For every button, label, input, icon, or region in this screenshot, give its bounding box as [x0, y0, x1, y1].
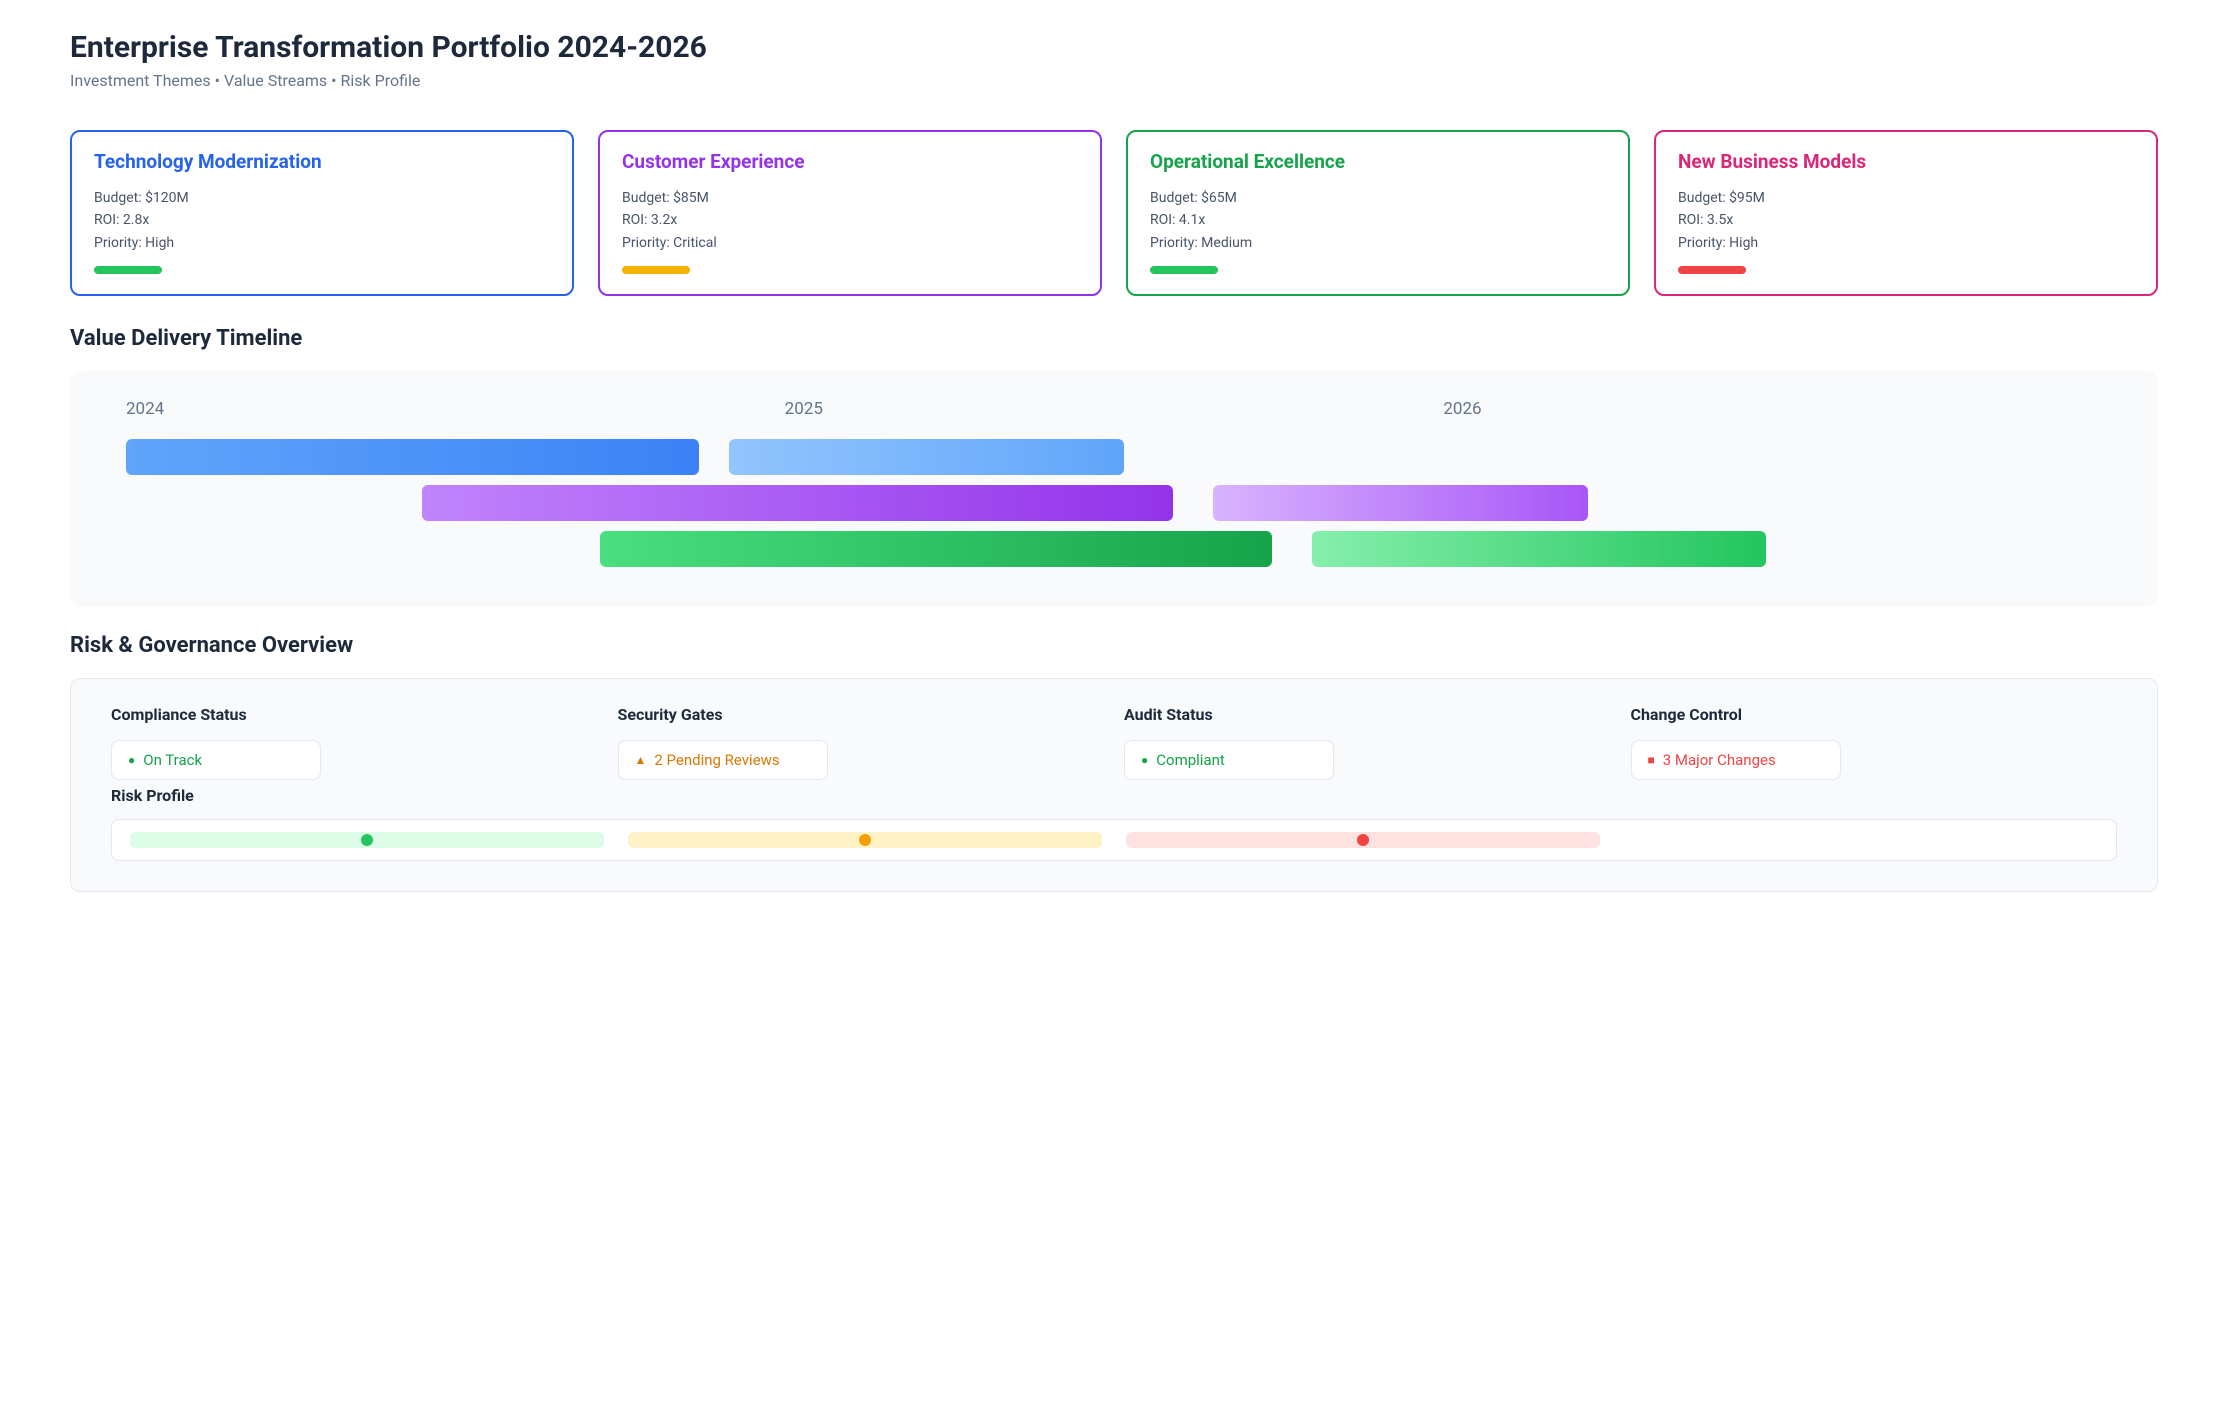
risk-segment-low[interactable] [130, 832, 604, 848]
risk-segment-high[interactable] [1126, 832, 1600, 848]
timeline-year-label: 2026 [1443, 399, 2102, 419]
status-dot-icon: ● [128, 753, 135, 767]
timeline-row [126, 531, 2102, 567]
timeline-row [126, 439, 2102, 475]
theme-card-title: New Business Models [1678, 150, 2134, 173]
theme-card-meta: Budget: $95M ROI: 3.5x Priority: High [1678, 187, 2134, 254]
risk-profile-title: Risk Profile [111, 786, 2117, 805]
theme-status-indicator [94, 266, 162, 274]
theme-status-indicator [1150, 266, 1218, 274]
security-gates-badge[interactable]: ▲ 2 Pending Reviews [618, 740, 828, 780]
theme-roi: ROI: 3.5x [1678, 209, 2134, 231]
page-subtitle: Investment Themes • Value Streams • Risk… [70, 71, 2158, 90]
theme-priority: Priority: Medium [1150, 232, 1606, 254]
alert-square-icon: ■ [1648, 753, 1655, 767]
governance-column-title: Audit Status [1124, 705, 1611, 724]
status-badge-label: 3 Major Changes [1663, 751, 1776, 769]
risk-pip-icon [1357, 834, 1369, 846]
compliance-status-badge[interactable]: ● On Track [111, 740, 321, 780]
change-control-badge[interactable]: ■ 3 Major Changes [1631, 740, 1841, 780]
theme-priority: Priority: Critical [622, 232, 1078, 254]
theme-priority: Priority: High [1678, 232, 2134, 254]
theme-roi: ROI: 4.1x [1150, 209, 1606, 231]
theme-roi: ROI: 2.8x [94, 209, 550, 231]
risk-segment-medium[interactable] [628, 832, 1102, 848]
theme-status-indicator [1678, 266, 1746, 274]
status-badge-label: Compliant [1156, 751, 1225, 769]
theme-budget: Budget: $120M [94, 187, 550, 209]
timeline-row [126, 485, 2102, 521]
timeline-bar[interactable] [1312, 531, 1766, 567]
risk-pip-icon [361, 834, 373, 846]
risk-pip-icon [859, 834, 871, 846]
timeline-year-label: 2024 [126, 399, 785, 419]
theme-cards-row: Technology Modernization Budget: $120M R… [70, 130, 2158, 296]
status-badge-label: 2 Pending Reviews [654, 751, 779, 769]
theme-card-customer-experience[interactable]: Customer Experience Budget: $85M ROI: 3.… [598, 130, 1102, 296]
theme-status-indicator [622, 266, 690, 274]
risk-profile-strip [111, 819, 2117, 861]
theme-budget: Budget: $85M [622, 187, 1078, 209]
theme-budget: Budget: $65M [1150, 187, 1606, 209]
timeline-section-title: Value Delivery Timeline [70, 326, 2158, 351]
theme-roi: ROI: 3.2x [622, 209, 1078, 231]
timeline-bar[interactable] [729, 439, 1124, 475]
theme-card-meta: Budget: $120M ROI: 2.8x Priority: High [94, 187, 550, 254]
theme-card-operational-excellence[interactable]: Operational Excellence Budget: $65M ROI:… [1126, 130, 1630, 296]
timeline-bar[interactable] [126, 439, 699, 475]
timeline-bar[interactable] [422, 485, 1173, 521]
governance-column-audit: Audit Status ● Compliant [1124, 705, 1611, 780]
theme-budget: Budget: $95M [1678, 187, 2134, 209]
warning-triangle-icon: ▲ [635, 753, 647, 767]
status-dot-icon: ● [1141, 753, 1148, 767]
page-title: Enterprise Transformation Portfolio 2024… [70, 30, 2158, 65]
timeline-bar[interactable] [600, 531, 1272, 567]
governance-column-compliance: Compliance Status ● On Track [111, 705, 598, 780]
timeline-panel: 2024 2025 2026 [70, 371, 2158, 607]
governance-grid: Compliance Status ● On Track Security Ga… [111, 705, 2117, 780]
theme-card-meta: Budget: $85M ROI: 3.2x Priority: Critica… [622, 187, 1078, 254]
theme-card-new-business-models[interactable]: New Business Models Budget: $95M ROI: 3.… [1654, 130, 2158, 296]
status-badge-label: On Track [143, 751, 202, 769]
governance-column-security: Security Gates ▲ 2 Pending Reviews [618, 705, 1105, 780]
governance-column-change-control: Change Control ■ 3 Major Changes [1631, 705, 2118, 780]
governance-column-title: Security Gates [618, 705, 1105, 724]
audit-status-badge[interactable]: ● Compliant [1124, 740, 1334, 780]
timeline-bars [126, 439, 2102, 567]
theme-card-meta: Budget: $65M ROI: 4.1x Priority: Medium [1150, 187, 1606, 254]
governance-column-title: Change Control [1631, 705, 2118, 724]
timeline-year-label: 2025 [785, 399, 1444, 419]
timeline-year-axis: 2024 2025 2026 [126, 399, 2102, 419]
theme-card-title: Technology Modernization [94, 150, 550, 173]
theme-card-title: Operational Excellence [1150, 150, 1606, 173]
governance-panel: Compliance Status ● On Track Security Ga… [70, 678, 2158, 892]
timeline-bar[interactable] [1213, 485, 1588, 521]
governance-section-title: Risk & Governance Overview [70, 633, 2158, 658]
theme-priority: Priority: High [94, 232, 550, 254]
theme-card-technology-modernization[interactable]: Technology Modernization Budget: $120M R… [70, 130, 574, 296]
risk-segment-empty [1624, 832, 2098, 848]
theme-card-title: Customer Experience [622, 150, 1078, 173]
governance-column-title: Compliance Status [111, 705, 598, 724]
